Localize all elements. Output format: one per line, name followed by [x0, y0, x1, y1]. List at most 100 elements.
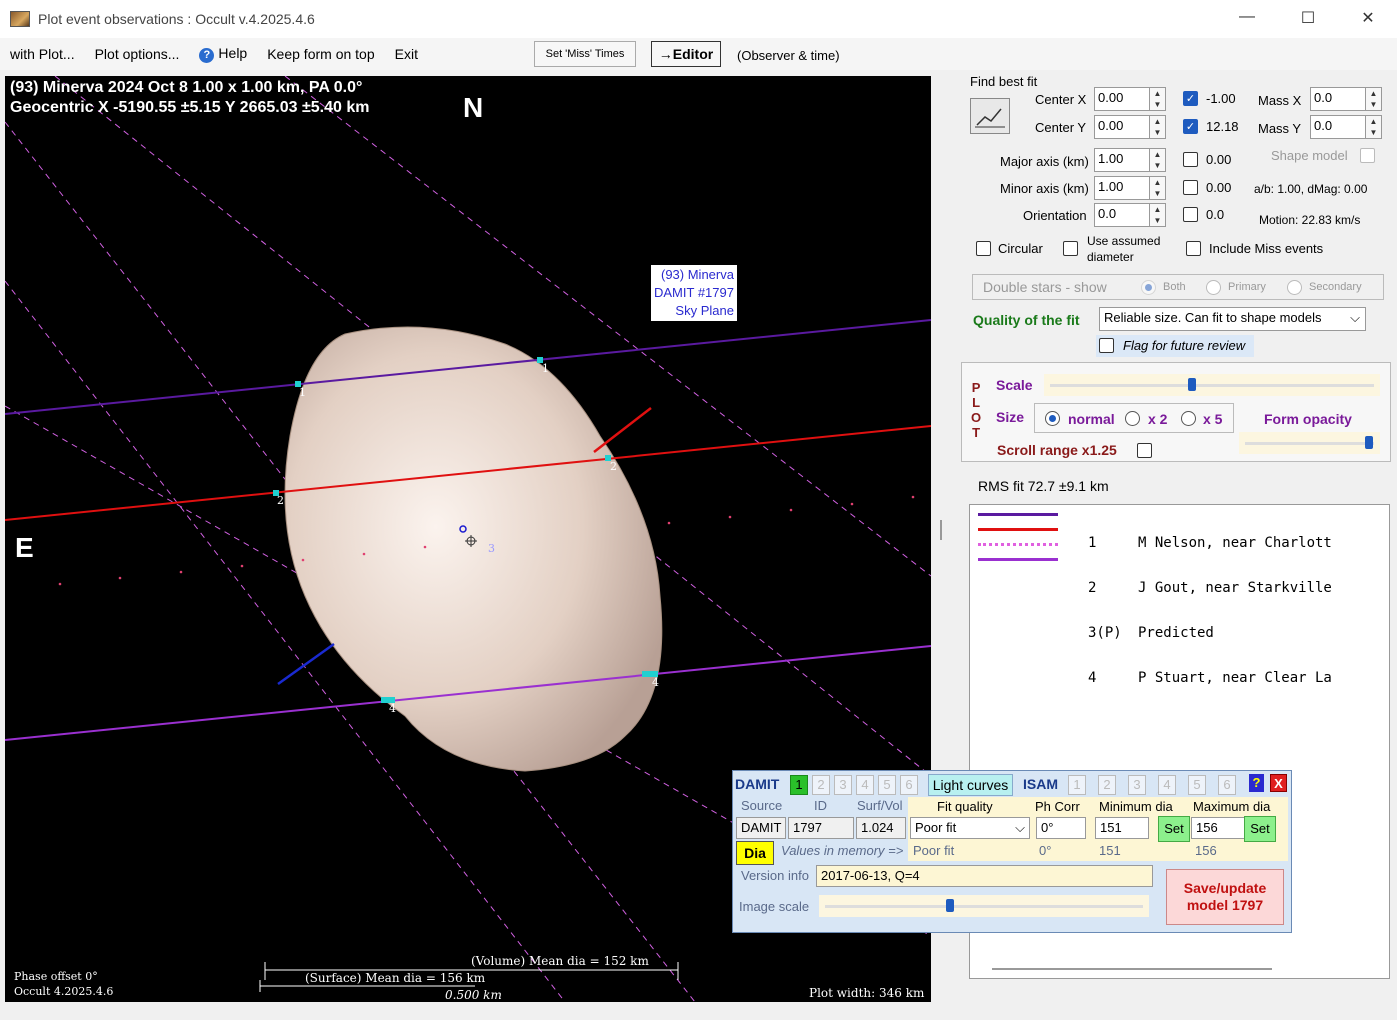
major-axis-checkbox[interactable] — [1183, 152, 1198, 167]
dia-button[interactable]: Dia — [736, 841, 774, 865]
damit-model-3[interactable]: 3 — [834, 775, 852, 795]
minor-axis-checkbox[interactable] — [1183, 180, 1198, 195]
surf-vol-value: 1.024 — [856, 817, 906, 839]
use-assumed-checkbox[interactable] — [1063, 241, 1078, 256]
north-label: N — [463, 92, 484, 123]
circular-checkbox[interactable] — [976, 241, 991, 256]
plot-letter: P — [971, 380, 981, 395]
major-axis-input[interactable]: 1.00 ▲ ▼ — [1094, 148, 1166, 172]
version-info-value[interactable]: 2017-06-13, Q=4 — [816, 865, 1153, 887]
both-label: Both — [1163, 281, 1186, 293]
memory-max-dia: 156 — [1195, 843, 1217, 858]
scale-slider[interactable] — [1044, 374, 1380, 396]
set-miss-times-button[interactable]: Set 'Miss' Times — [534, 41, 636, 67]
isam-model-6[interactable]: 6 — [1218, 775, 1236, 795]
damit-model-4[interactable]: 4 — [856, 775, 874, 795]
secondary-radio[interactable] — [1287, 280, 1302, 295]
damit-close-button[interactable]: X — [1270, 774, 1287, 792]
chevron-down-icon: ⌵ — [1015, 820, 1025, 835]
size-x5-label: x 5 — [1203, 411, 1223, 427]
damit-help-icon[interactable]: ? — [1249, 774, 1264, 792]
scale-slider-thumb[interactable] — [1188, 378, 1196, 391]
size-x5-radio[interactable] — [1181, 411, 1196, 426]
both-radio[interactable] — [1141, 280, 1156, 295]
diameter-label: diameter — [1087, 250, 1134, 264]
minor-axis-input[interactable]: 1.00 ▲ ▼ — [1094, 176, 1166, 200]
surface-dia: (Surface) Mean dia = 156 km — [305, 971, 486, 985]
isam-model-1[interactable]: 1 — [1068, 775, 1086, 795]
damit-model-2[interactable]: 2 — [812, 775, 830, 795]
legend-swatch — [978, 513, 1058, 516]
chord-label: 4 — [652, 676, 659, 689]
best-fit-button[interactable] — [970, 98, 1010, 134]
form-opacity-slider[interactable] — [1239, 432, 1380, 454]
horizontal-scrollbar[interactable] — [992, 968, 1272, 970]
damit-model-1[interactable]: 1 — [790, 775, 808, 795]
scroll-range-label: Scroll range x1.25 — [997, 442, 1117, 458]
chord-label: 3 — [488, 542, 495, 555]
center-y-fix-checkbox[interactable]: ✓ — [1183, 119, 1198, 134]
legend-item: 3(P) Predicted — [1088, 625, 1214, 641]
maximize-button[interactable]: ☐ — [1285, 8, 1331, 28]
save-model-button[interactable]: Save/update model 1797 — [1166, 869, 1284, 925]
mass-y-label: Mass Y — [1258, 121, 1302, 136]
splitter-handle[interactable] — [940, 520, 942, 540]
flag-review-checkbox[interactable] — [1099, 338, 1114, 353]
close-button[interactable]: ✕ — [1345, 8, 1391, 28]
center-y-label: Center Y — [1035, 120, 1087, 135]
menu-keep-on-top[interactable]: Keep form on top — [257, 46, 384, 62]
image-scale-label: Image scale — [739, 899, 810, 914]
min-dia-value[interactable]: 151 — [1095, 817, 1149, 839]
fit-quality-select[interactable]: Poor fit ⌵ — [910, 817, 1030, 839]
image-scale-slider[interactable] — [819, 895, 1149, 917]
center-x-label: Center X — [1035, 92, 1087, 107]
max-dia-value[interactable]: 156 — [1191, 817, 1245, 839]
size-normal-radio[interactable] — [1045, 411, 1060, 426]
damit-model-5[interactable]: 5 — [878, 775, 896, 795]
shape-model-checkbox[interactable] — [1360, 148, 1375, 163]
observer-time-label: (Observer & time) — [737, 48, 840, 63]
major-axis-value: 0.00 — [1206, 152, 1232, 167]
source-header: Source — [741, 798, 783, 813]
center-x-fix-checkbox[interactable]: ✓ — [1183, 91, 1198, 106]
isam-model-3[interactable]: 3 — [1128, 775, 1146, 795]
source-value: DAMIT — [736, 817, 786, 839]
isam-model-5[interactable]: 5 — [1188, 775, 1206, 795]
center-x-input[interactable]: 0.00 ▲ ▼ — [1094, 87, 1166, 111]
include-miss-checkbox[interactable] — [1186, 241, 1201, 256]
form-opacity-slider-thumb[interactable] — [1365, 436, 1373, 449]
menu-with-plot[interactable]: with Plot... — [0, 46, 85, 62]
menu-help[interactable]: ? Help — [189, 45, 257, 63]
size-x2-radio[interactable] — [1125, 411, 1140, 426]
mass-y-input[interactable]: 0.0 ▲ ▼ — [1310, 115, 1382, 139]
scroll-range-checkbox[interactable] — [1137, 443, 1152, 458]
ph-corr-header: Ph Corr — [1035, 799, 1080, 814]
quality-select[interactable]: Reliable size. Can fit to shape models ⌵ — [1099, 307, 1366, 331]
isam-model-2[interactable]: 2 — [1098, 775, 1116, 795]
secondary-label: Secondary — [1309, 281, 1362, 293]
plot-letter: L — [972, 395, 981, 410]
rms-fit: RMS fit 72.7 ±9.1 km — [978, 478, 1109, 494]
double-stars-label: Double stars - show — [983, 279, 1107, 295]
set-min-button[interactable]: Set — [1158, 816, 1190, 842]
menu-plot-options[interactable]: Plot options... — [85, 46, 190, 62]
image-scale-slider-thumb[interactable] — [946, 899, 954, 912]
mass-x-input[interactable]: 0.0 ▲ ▼ — [1310, 87, 1382, 111]
damit-model-6[interactable]: 6 — [900, 775, 918, 795]
editor-button[interactable]: →Editor — [651, 41, 721, 67]
fit-quality-header: Fit quality — [937, 799, 993, 814]
set-max-button[interactable]: Set — [1244, 816, 1276, 842]
ph-corr-value[interactable]: 0° — [1036, 817, 1086, 839]
scale-label: Scale — [996, 377, 1033, 393]
shape-label-box: (93) Minerva DAMIT #1797 Sky Plane — [651, 265, 737, 321]
shape-model-label: Shape model — [1271, 148, 1348, 163]
primary-radio[interactable] — [1206, 280, 1221, 295]
orientation-input[interactable]: 0.0 ▲ ▼ — [1094, 203, 1166, 227]
minimize-button[interactable]: — — [1224, 8, 1270, 26]
isam-model-4[interactable]: 4 — [1158, 775, 1176, 795]
chord-label: 2 — [610, 460, 617, 473]
center-y-input[interactable]: 0.00 ▲ ▼ — [1094, 115, 1166, 139]
orientation-checkbox[interactable] — [1183, 207, 1198, 222]
light-curves-button[interactable]: Light curves — [928, 774, 1013, 796]
menu-exit[interactable]: Exit — [385, 46, 428, 62]
